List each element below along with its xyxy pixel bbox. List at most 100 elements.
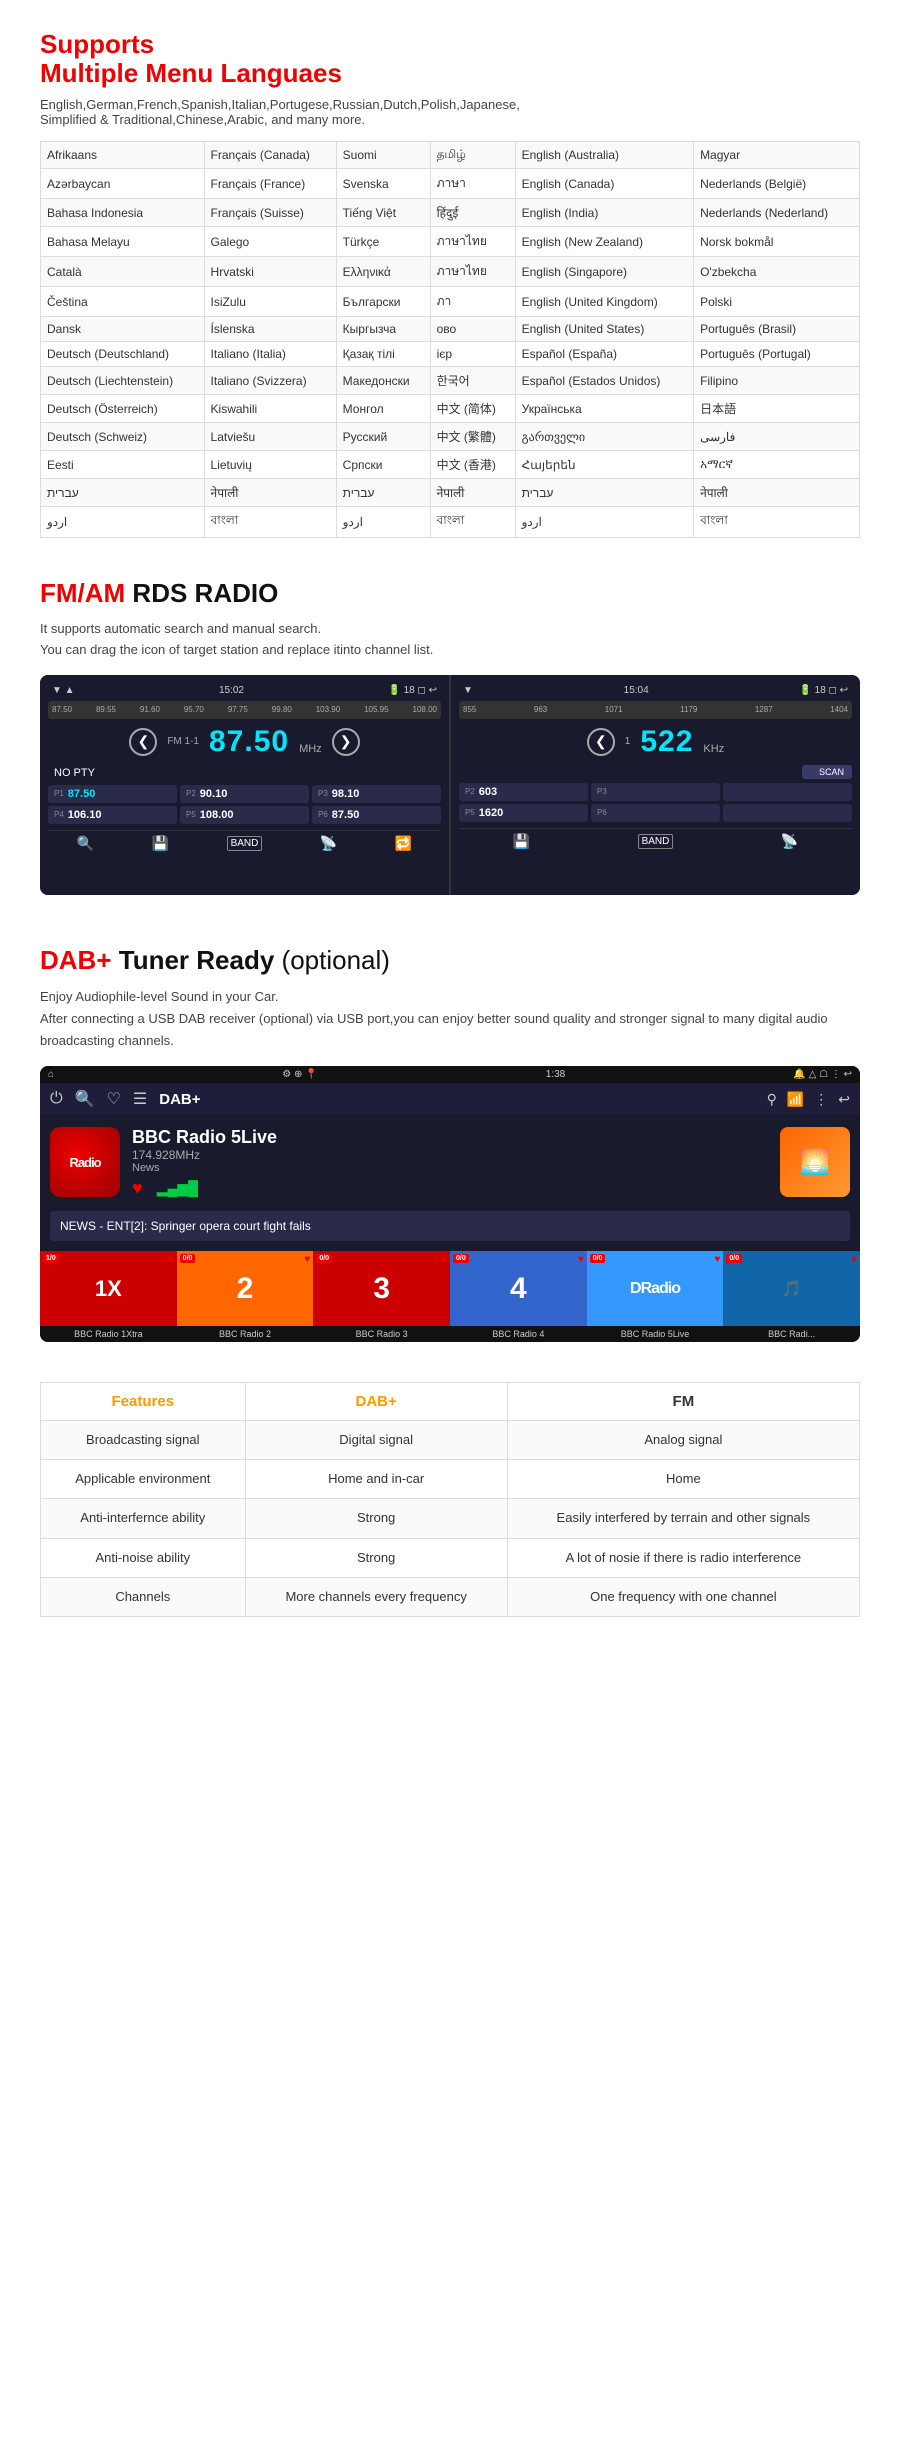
am-preset-4[interactable] (723, 783, 852, 801)
dab-list-icon[interactable]: ☰ (133, 1089, 147, 1109)
fm-band-icon[interactable]: BAND (227, 836, 263, 851)
am-scan-btn[interactable]: SCAN (802, 765, 852, 779)
fm-wifi-icon: ▼ ▲ (52, 685, 75, 696)
languages-subtitle: English,German,French,Spanish,Italian,Po… (40, 97, 860, 127)
am-preset-6[interactable]: P6 (591, 804, 720, 822)
fm-repeat-icon[interactable]: 🔁 (395, 835, 412, 852)
dab-favorite-icon[interactable]: ♥ (132, 1178, 143, 1199)
dab-ch5-name: BBC Radio 5Live (587, 1326, 724, 1342)
fm-prev-btn[interactable]: ❮ (129, 728, 157, 756)
lang-cell: Кыргызча (336, 317, 430, 342)
languages-title-red: Multiple Menu Languaes (40, 58, 342, 88)
lang-cell: עברית (41, 479, 205, 507)
fm-preset-2[interactable]: P2 90.10 (180, 785, 309, 803)
fm-unit: MHz (299, 743, 322, 755)
lang-cell: 한국어 (430, 367, 515, 395)
lang-cell: हिंदुई (430, 199, 515, 227)
am-band-icon[interactable]: BAND (638, 834, 674, 849)
lang-cell: አማርኛ (694, 451, 860, 479)
lang-cell: Русский (336, 423, 430, 451)
dab-nav-bar: ⏻ 🔍 ♡ ☰ DAB+ ⚲ 📶 ⋮ ↩ (40, 1083, 860, 1115)
lang-cell: اردو (336, 507, 430, 538)
fm-screen: ▼ ▲ 15:02 🔋 18 ◻ ↩ 87.50 89.55 91.60 95.… (40, 675, 449, 895)
am-cast-icon[interactable]: 📡 (781, 833, 798, 850)
dab-heart-icon[interactable]: ♡ (107, 1089, 121, 1109)
dab-desc-line1: Enjoy Audiophile-level Sound in your Car… (40, 989, 278, 1004)
lang-cell: Қазақ тілі (336, 342, 430, 367)
fm-preset-4[interactable]: P4 106.10 (48, 806, 177, 824)
lang-cell: Dansk (41, 317, 205, 342)
fmam-title-black: RDS RADIO (125, 578, 278, 608)
dab-title-red: DAB+ (40, 945, 112, 975)
lang-cell: Español (España) (515, 342, 693, 367)
fm-freq-bar: 87.50 89.55 91.60 95.70 97.75 99.80 103.… (48, 701, 441, 719)
dab-power-icon[interactable]: ⏻ (50, 1090, 63, 1108)
dab-channel-3[interactable]: 0/0 ♥ 3 BBC Radio 3 (313, 1251, 450, 1342)
dab-channel-2[interactable]: 0/0 ♥ 2 BBC Radio 2 (177, 1251, 314, 1342)
dab-title-optional: (optional) (282, 945, 390, 975)
lang-cell: עברית (336, 479, 430, 507)
lang-cell: English (India) (515, 199, 693, 227)
fm-time: 15:02 (219, 685, 244, 696)
lang-cell: فارسی (694, 423, 860, 451)
fm-status-bar: ▼ ▲ 15:02 🔋 18 ◻ ↩ (48, 683, 441, 698)
lang-cell: Eesti (41, 451, 205, 479)
fm-cast-icon[interactable]: 📡 (320, 835, 337, 852)
dab-section: DAB+ Tuner Ready (optional) Enjoy Audiop… (0, 925, 900, 1372)
fm-preset-1[interactable]: P1 87.50 (48, 785, 177, 803)
fm-search-icon[interactable]: 🔍 (77, 835, 94, 852)
dab-channel-6[interactable]: 0/0 ♥ 🎵 BBC Radi... (723, 1251, 860, 1342)
lang-cell: English (United States) (515, 317, 693, 342)
fm-pty: NO PTY (48, 765, 441, 781)
lang-cell: O'zbekcha (694, 257, 860, 287)
lang-cell: Galego (204, 227, 336, 257)
dab-title: DAB+ Tuner Ready (optional) (40, 945, 860, 976)
dab-channel-1xtra[interactable]: 1/0 ♥ 1X BBC Radio 1Xtra (40, 1251, 177, 1342)
lang-cell: Azərbaycan (41, 169, 205, 199)
comparison-header-dab: DAB+ (245, 1383, 507, 1421)
fm-save-icon[interactable]: 💾 (152, 835, 169, 852)
dab-channel-5live[interactable]: 0/0 ♥ DRadio BBC Radio 5Live (587, 1251, 724, 1342)
lang-cell: Italiano (Svizzera) (204, 367, 336, 395)
dab-search-icon[interactable]: 🔍 (75, 1089, 95, 1109)
lang-cell: Català (41, 257, 205, 287)
am-preset-3[interactable]: P3 (591, 783, 720, 801)
lang-cell: Deutsch (Österreich) (41, 395, 205, 423)
am-prev-btn[interactable]: ❮ (587, 728, 615, 756)
comparison-header-features: Features (41, 1383, 246, 1421)
dab-back-icon[interactable]: ↩ (838, 1091, 850, 1108)
comparison-header-fm: FM (507, 1383, 859, 1421)
fm-next-btn[interactable]: ❯ (332, 728, 360, 756)
dab-station-freq: 174.928MHz (132, 1148, 768, 1162)
am-status-bar: ▼ 15:04 🔋 18 ◻ ↩ (459, 683, 852, 698)
comparison-cell-dab: More channels every frequency (245, 1577, 507, 1616)
lang-cell: Français (Canada) (204, 142, 336, 169)
radio-screenshots: ▼ ▲ 15:02 🔋 18 ◻ ↩ 87.50 89.55 91.60 95.… (40, 675, 860, 895)
dab-channel-4[interactable]: 0/0 ♥ 4 BBC Radio 4 (450, 1251, 587, 1342)
lang-cell: தமிழ் (430, 142, 515, 169)
lang-cell: English (Singapore) (515, 257, 693, 287)
am-bottom-bar: 💾 BAND 📡 (459, 828, 852, 854)
lang-cell: Deutsch (Liechtenstein) (41, 367, 205, 395)
languages-title-black: Supports (40, 29, 154, 59)
dab-screenshot: ⌂ ⚙ ⊕ 📍 1:38 🔔 △ ☖ ⋮ ↩ ⏻ 🔍 ♡ ☰ DAB+ ⚲ 📶 … (40, 1066, 860, 1342)
fm-preset-3[interactable]: P3 98.10 (312, 785, 441, 803)
dab-station-info: BBC Radio 5Live 174.928MHz News ♥ ▂▄▆█ (132, 1127, 768, 1199)
fm-preset-5[interactable]: P5 108.00 (180, 806, 309, 824)
am-preset-5[interactable]: P5 1620 (459, 804, 588, 822)
comparison-cell-feature: Anti-interfernce ability (41, 1499, 246, 1538)
lang-cell: Nederlands (België) (694, 169, 860, 199)
am-wifi-icon: ▼ (463, 685, 473, 696)
lang-cell: Հայերեն (515, 451, 693, 479)
dab-ch2-logo: 0/0 ♥ 2 (177, 1251, 314, 1326)
comparison-cell-fm: A lot of nosie if there is radio interfe… (507, 1538, 859, 1577)
lang-cell: 中文 (简体) (430, 395, 515, 423)
lang-cell: Italiano (Italia) (204, 342, 336, 367)
comparison-section: Features DAB+ FM Broadcasting signalDigi… (0, 1372, 900, 1647)
fm-preset-6[interactable]: P6 87.50 (312, 806, 441, 824)
lang-cell: ієр (430, 342, 515, 367)
dab-station-type: News (132, 1162, 768, 1174)
dab-menu-icon[interactable]: ⋮ (814, 1091, 828, 1108)
am-save-icon[interactable]: 💾 (513, 833, 530, 850)
am-preset-2[interactable]: P2 603 (459, 783, 588, 801)
